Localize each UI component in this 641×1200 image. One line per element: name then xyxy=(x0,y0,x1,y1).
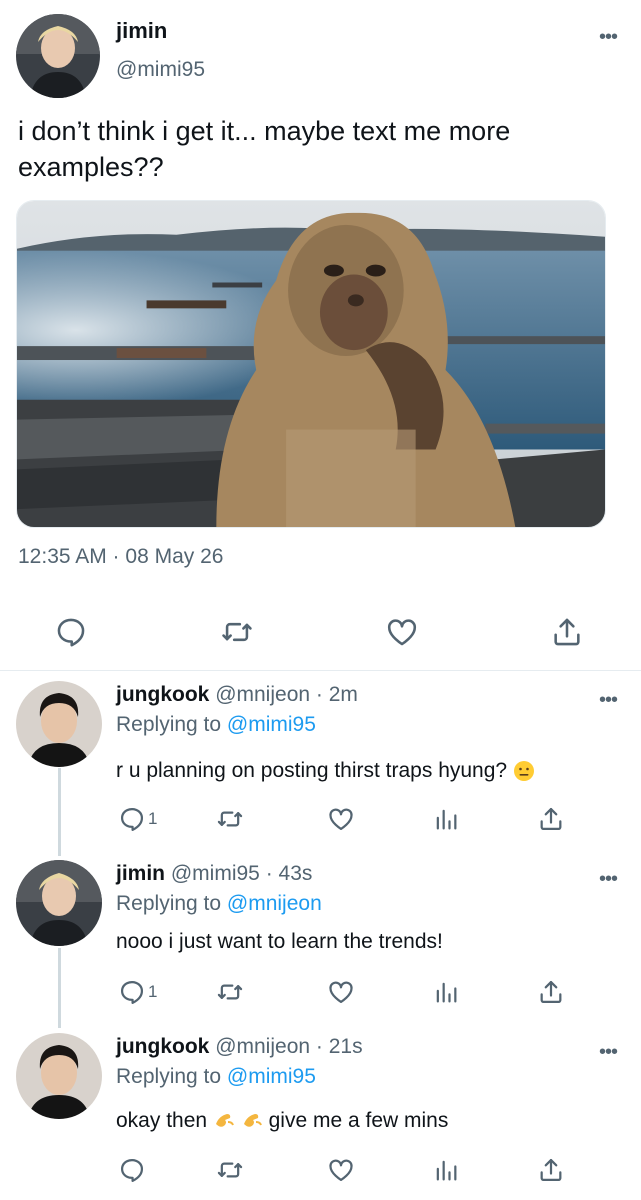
tweet-text: i don’t think i get it... maybe text me … xyxy=(18,116,511,182)
more-horizontal-icon[interactable]: ••• xyxy=(599,27,618,47)
like-icon[interactable] xyxy=(327,805,355,833)
display-name[interactable]: jimin xyxy=(116,862,165,885)
reply-header: jimin @mimi95 · 43s xyxy=(116,862,312,886)
reply-header: jungkook @mnijeon · 2m xyxy=(116,683,358,707)
reply-text-content: r u planning on posting thirst traps hyu… xyxy=(116,759,508,782)
share-icon[interactable] xyxy=(550,615,584,649)
reply-icon[interactable] xyxy=(118,805,146,833)
mention-link[interactable]: @mnijeon xyxy=(227,892,322,915)
reply-text: r u planning on posting thirst traps hyu… xyxy=(116,759,535,783)
salute-hand-emoji xyxy=(213,1110,235,1132)
main-tweet: jimin @mimi95 ••• i don’t think i get it… xyxy=(0,0,641,671)
reply-text-before: okay then xyxy=(116,1109,208,1132)
grimace-face-emoji xyxy=(513,760,535,782)
replying-to: Replying to @mimi95 xyxy=(116,1065,316,1089)
reply-icon[interactable] xyxy=(118,1156,146,1184)
analytics-icon[interactable] xyxy=(432,1156,460,1184)
replying-to-label: Replying to xyxy=(116,713,222,736)
mention-link[interactable]: @mimi95 xyxy=(227,713,316,736)
tweet-timestamp[interactable]: 12:35 AM · 08 May 26 xyxy=(18,545,223,569)
tweet-actions xyxy=(0,605,641,661)
retweet-icon[interactable] xyxy=(216,978,244,1006)
share-icon[interactable] xyxy=(537,805,565,833)
like-icon[interactable] xyxy=(327,978,355,1006)
retweet-icon[interactable] xyxy=(216,805,244,833)
salute-hand-emoji xyxy=(241,1110,263,1132)
divider xyxy=(0,670,641,671)
reply-count: 1 xyxy=(148,809,158,828)
tweet-photo[interactable] xyxy=(16,200,606,528)
avatar[interactable] xyxy=(16,14,100,98)
mention-link[interactable]: @mimi95 xyxy=(227,1065,316,1088)
reply-tweet[interactable]: jungkook @mnijeon · 2m ••• Replying to @… xyxy=(0,673,641,855)
reply-icon[interactable] xyxy=(118,978,146,1006)
reply-count: 1 xyxy=(148,982,158,1001)
user-handle[interactable]: @mnijeon · 21s xyxy=(215,1035,362,1058)
reply-actions xyxy=(0,1156,641,1190)
display-name[interactable]: jungkook xyxy=(116,683,209,706)
analytics-icon[interactable] xyxy=(432,978,460,1006)
display-name[interactable]: jimin xyxy=(116,18,167,44)
reply-text: okay then give me a few mins xyxy=(116,1109,448,1133)
reply-text-after: give me a few mins xyxy=(268,1109,449,1132)
analytics-icon[interactable] xyxy=(432,805,460,833)
reply-text: nooo i just want to learn the trends! xyxy=(116,930,443,953)
display-name[interactable]: jungkook xyxy=(116,1035,209,1058)
reply-actions: 1 xyxy=(0,978,641,1012)
reply-tweet[interactable]: jimin @mimi95 · 43s ••• Replying to @mni… xyxy=(0,852,641,1032)
more-horizontal-icon[interactable]: ••• xyxy=(599,690,618,710)
like-icon[interactable] xyxy=(327,1156,355,1184)
more-horizontal-icon[interactable]: ••• xyxy=(599,1042,618,1062)
reply-header: jungkook @mnijeon · 21s xyxy=(116,1035,363,1059)
avatar[interactable] xyxy=(16,860,102,946)
retweet-icon[interactable] xyxy=(216,1156,244,1184)
replying-to: Replying to @mnijeon xyxy=(116,892,322,916)
user-handle[interactable]: @mimi95 xyxy=(116,58,205,82)
replying-to: Replying to @mimi95 xyxy=(116,713,316,737)
user-handle[interactable]: @mimi95 · 43s xyxy=(171,862,313,885)
share-icon[interactable] xyxy=(537,978,565,1006)
reply-tweet[interactable]: jungkook @mnijeon · 21s ••• Replying to … xyxy=(0,1025,641,1200)
like-icon[interactable] xyxy=(385,615,419,649)
more-horizontal-icon[interactable]: ••• xyxy=(599,869,618,889)
share-icon[interactable] xyxy=(537,1156,565,1184)
avatar[interactable] xyxy=(16,1033,102,1119)
avatar[interactable] xyxy=(16,681,102,767)
replying-to-label: Replying to xyxy=(116,1065,222,1088)
replying-to-label: Replying to xyxy=(116,892,222,915)
reply-actions: 1 xyxy=(0,805,641,839)
retweet-icon[interactable] xyxy=(220,615,254,649)
user-handle[interactable]: @mnijeon · 2m xyxy=(215,683,358,706)
reply-icon[interactable] xyxy=(54,615,88,649)
